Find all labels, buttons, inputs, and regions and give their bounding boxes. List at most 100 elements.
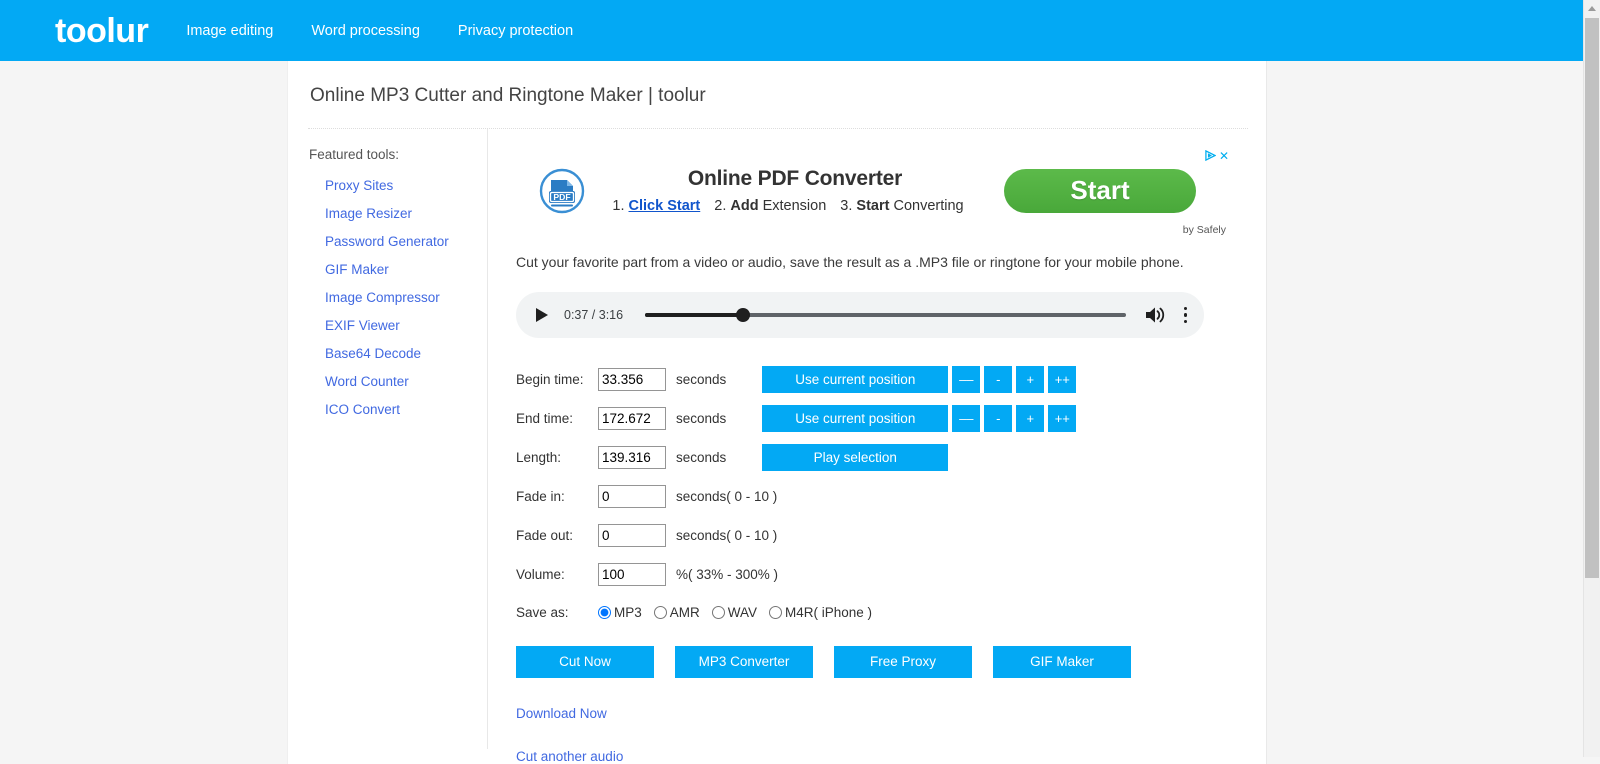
begin-increase-large-button[interactable]: ++: [1048, 365, 1077, 393]
begin-decrease-large-button[interactable]: ––: [952, 365, 981, 393]
length-unit: seconds: [676, 449, 727, 465]
fade-in-label: Fade in:: [516, 488, 565, 504]
begin-time-input[interactable]: [598, 367, 666, 391]
scrollbar-thumb[interactable]: [1585, 18, 1599, 578]
begin-use-current-position-button[interactable]: Use current position: [762, 365, 949, 393]
ad-step-2-strong: Add: [730, 198, 759, 215]
ad-step-2-number: 2.: [714, 198, 727, 215]
save-as-option-amr[interactable]: AMR: [653, 605, 700, 621]
player-progress-thumb[interactable]: [736, 307, 751, 322]
sidebar-item-ico-convert[interactable]: ICO Convert: [325, 402, 487, 417]
save-as-option-mp3[interactable]: MP3: [598, 605, 642, 620]
volume-label: Volume:: [516, 566, 565, 582]
brand-logo[interactable]: toolur: [55, 14, 149, 48]
begin-time-unit: seconds: [676, 371, 727, 387]
end-decrease-small-button[interactable]: -: [984, 404, 1013, 432]
end-increase-large-button[interactable]: ++: [1048, 404, 1077, 432]
form-row-fade-out: Fade out: seconds( 0 - 10 ): [516, 516, 1266, 555]
form-row-end-time: End time: seconds Use current position –…: [516, 399, 1266, 438]
save-as-option-m4r[interactable]: M4R( iPhone ): [769, 605, 872, 620]
ad-choices-controls: ✕: [1205, 150, 1229, 162]
save-as-radio-m4r[interactable]: [769, 606, 783, 620]
end-use-current-position-button[interactable]: Use current position: [762, 404, 949, 432]
sidebar-item-word-counter[interactable]: Word Counter: [325, 374, 487, 389]
more-options-icon[interactable]: [1180, 305, 1192, 326]
more-dot: [1183, 306, 1187, 311]
cut-another-audio-link[interactable]: Cut another audio: [516, 749, 1266, 764]
volume-input[interactable]: [598, 562, 666, 586]
ad-step-3-number: 3.: [840, 198, 853, 215]
ad-step-3: 3. Start Converting: [840, 198, 963, 214]
audio-player[interactable]: 0:37 / 3:16: [516, 291, 1204, 338]
form-row-volume: Volume: %( 33% - 300% ): [516, 555, 1266, 594]
sidebar-item-image-compressor[interactable]: Image Compressor: [325, 290, 487, 305]
fade-out-label: Fade out:: [516, 527, 574, 543]
form-row-save-as: Save as: MP3 AMR WAV M4R(iPhone): [516, 594, 1266, 632]
form-row-begin-time: Begin time: seconds Use current position…: [516, 360, 1266, 399]
save-as-option-wav[interactable]: WAV: [711, 605, 758, 621]
page-scrollbar[interactable]: [1583, 0, 1600, 757]
begin-time-controls: Use current position –– - + ++: [762, 365, 1077, 393]
sidebar-item-exif-viewer[interactable]: EXIF Viewer: [325, 318, 487, 333]
fade-out-input[interactable]: [598, 523, 666, 547]
begin-increase-small-button[interactable]: +: [1016, 365, 1045, 393]
sidebar-heading: Featured tools:: [309, 146, 400, 162]
more-dot: [1183, 313, 1187, 317]
featured-tools-sidebar: Featured tools: Proxy Sites Image Resize…: [288, 128, 488, 749]
end-time-label: End time:: [516, 410, 574, 426]
save-as-radio-wav[interactable]: [711, 606, 725, 620]
cut-now-button[interactable]: Cut Now: [516, 645, 654, 678]
volume-high-icon[interactable]: [1144, 305, 1166, 325]
player-progress-slider[interactable]: [645, 307, 1126, 322]
fade-out-unit: seconds( 0 - 10 ): [676, 527, 778, 543]
scrollbar-up-arrow[interactable]: [1584, 0, 1600, 17]
sidebar-item-image-resizer[interactable]: Image Resizer: [325, 206, 487, 221]
save-as-option-amr-label: AMR: [669, 605, 700, 621]
save-as-radio-mp3[interactable]: [598, 606, 611, 620]
mp3-converter-button[interactable]: MP3 Converter: [675, 645, 813, 678]
gif-maker-button[interactable]: GIF Maker: [993, 645, 1131, 678]
volume-unit: %( 33% - 300% ): [676, 566, 779, 582]
ad-step-2-rest: Extension: [762, 198, 827, 215]
end-time-input[interactable]: [598, 406, 666, 430]
ad-step-1-link[interactable]: Click Start: [629, 198, 701, 214]
ad-close-icon[interactable]: ✕: [1219, 150, 1229, 162]
play-selection-button[interactable]: Play selection: [762, 443, 949, 471]
svg-text:PDF: PDF: [553, 192, 570, 202]
ad-step-1-number: 1.: [612, 198, 625, 215]
chevron-up-icon: [1588, 6, 1596, 11]
main-content: ✕ PDF Online PDF Converter 1. Click Star…: [488, 129, 1266, 764]
end-increase-small-button[interactable]: +: [1016, 404, 1045, 432]
player-progress-filled: [645, 312, 744, 317]
save-as-label: Save as:: [516, 605, 569, 621]
site-header: toolur Image editing Word processing Pri…: [0, 0, 1583, 61]
nav-item-privacy-protection[interactable]: Privacy protection: [458, 23, 573, 39]
nav-item-image-editing[interactable]: Image editing: [186, 23, 273, 39]
fade-in-unit: seconds( 0 - 10 ): [676, 488, 778, 504]
ad-copy: Online PDF Converter 1. Click Start 2. Ad…: [586, 167, 1004, 214]
advertisement-banner[interactable]: ✕ PDF Online PDF Converter 1. Click Star…: [516, 144, 1236, 237]
ad-attribution: by Safely: [1182, 223, 1226, 236]
player-time-display: 0:37 / 3:16: [564, 307, 624, 322]
action-button-row: Cut Now MP3 Converter Free Proxy GIF Mak…: [516, 645, 1266, 678]
sidebar-item-password-generator[interactable]: Password Generator: [325, 234, 487, 249]
ad-start-button[interactable]: Start: [1004, 168, 1196, 213]
save-as-radio-amr[interactable]: [653, 606, 667, 620]
sidebar-item-gif-maker[interactable]: GIF Maker: [325, 262, 487, 277]
length-input[interactable]: [598, 445, 666, 469]
play-icon[interactable]: [536, 307, 548, 322]
nav-item-word-processing[interactable]: Word processing: [311, 23, 420, 39]
save-as-option-wav-label: WAV: [727, 605, 758, 621]
end-time-unit: seconds: [676, 410, 727, 426]
adchoices-icon[interactable]: [1205, 150, 1216, 162]
length-controls: Play selection: [762, 443, 949, 471]
download-now-link[interactable]: Download Now: [516, 706, 1266, 721]
begin-decrease-small-button[interactable]: -: [984, 365, 1013, 393]
more-dot: [1183, 319, 1187, 324]
pdf-document-icon: PDF: [539, 168, 585, 213]
sidebar-item-base64-decode[interactable]: Base64 Decode: [325, 346, 487, 361]
free-proxy-button[interactable]: Free Proxy: [834, 645, 972, 678]
end-decrease-large-button[interactable]: ––: [952, 404, 981, 432]
fade-in-input[interactable]: [598, 484, 666, 508]
sidebar-item-proxy-sites[interactable]: Proxy Sites: [325, 178, 487, 193]
